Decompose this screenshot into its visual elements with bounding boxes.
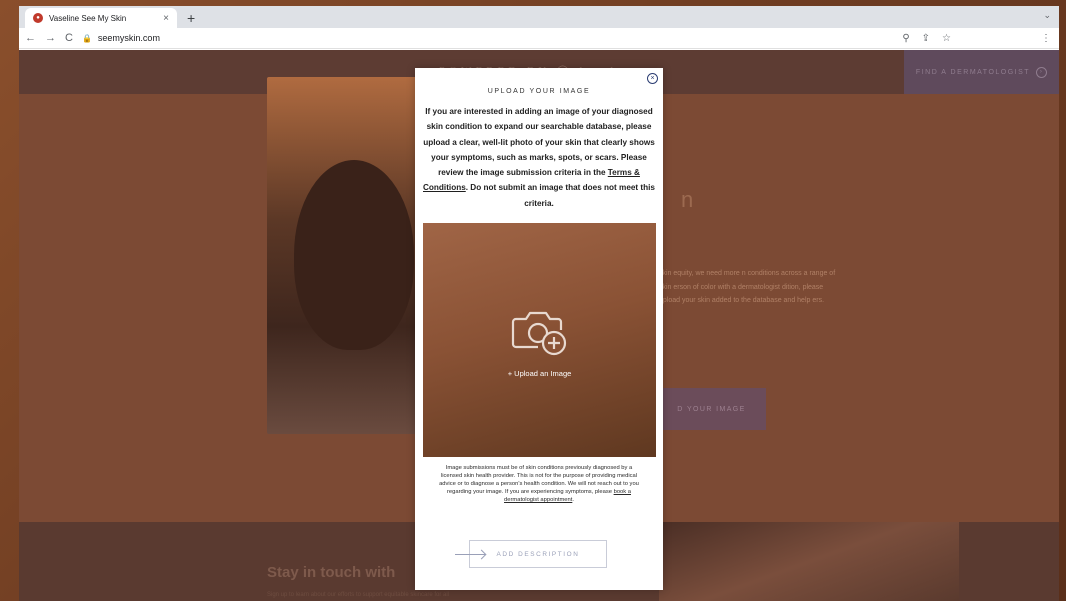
browser-toolbar: ← → C 🔒 seemyskin.com ⚲ ⇪ ☆ ⋮ bbox=[19, 28, 1059, 49]
hero-description: skin equity, we need more n conditions a… bbox=[659, 270, 836, 305]
share-icon[interactable]: ⇪ bbox=[922, 33, 930, 44]
back-button[interactable]: ← bbox=[25, 32, 36, 44]
forward-button[interactable]: → bbox=[45, 32, 56, 44]
new-tab-button[interactable]: + bbox=[187, 10, 195, 26]
find-dermatologist-button[interactable]: FIND A DERMATOLOGIST › bbox=[904, 50, 1059, 94]
arrow-right-icon bbox=[455, 553, 485, 555]
bookmark-star-icon[interactable]: ☆ bbox=[942, 33, 951, 44]
upload-image-dropzone[interactable]: + Upload an Image bbox=[423, 223, 656, 457]
address-bar[interactable]: 🔒 seemyskin.com bbox=[82, 33, 893, 43]
upload-image-label: + Upload an Image bbox=[507, 368, 572, 378]
modal-intro: If you are interested in adding an image… bbox=[423, 104, 655, 211]
close-icon[interactable]: × bbox=[647, 73, 658, 84]
add-description-button[interactable]: ADD DESCRIPTION bbox=[455, 540, 625, 568]
reload-button[interactable]: C bbox=[65, 32, 73, 44]
zoom-icon[interactable]: ⚲ bbox=[902, 33, 909, 44]
page-content: POWERED BY ◯ hued FIND A DERMATOLOGIST ›… bbox=[19, 50, 1059, 601]
browser-menu-icon[interactable]: ⋮ bbox=[1041, 33, 1051, 44]
upload-your-image-button[interactable]: D YOUR IMAGE bbox=[657, 388, 766, 430]
favicon-icon: ● bbox=[33, 13, 43, 23]
add-description-label: ADD DESCRIPTION bbox=[469, 540, 607, 568]
upload-modal: × UPLOAD YOUR IMAGE If you are intereste… bbox=[415, 68, 663, 590]
tab-strip: ● Vaseline See My Skin × + ⌄ bbox=[19, 6, 1059, 28]
url-text: seemyskin.com bbox=[97, 33, 160, 43]
stay-in-touch-heading: Stay in touch with bbox=[267, 564, 396, 581]
tab-search-icon[interactable]: ⌄ bbox=[1043, 10, 1051, 21]
tab-title: Vaseline See My Skin bbox=[49, 13, 127, 23]
disclaimer-text: Image submissions must be of skin condit… bbox=[439, 465, 639, 496]
disclaimer-text-end: . bbox=[572, 497, 574, 504]
hero-photo-face bbox=[294, 160, 414, 350]
footer-photo bbox=[659, 522, 959, 601]
camera-add-icon bbox=[511, 311, 566, 355]
modal-title: UPLOAD YOUR IMAGE bbox=[487, 88, 591, 95]
browser-tab[interactable]: ● Vaseline See My Skin × bbox=[25, 8, 177, 28]
lock-icon: 🔒 bbox=[81, 33, 92, 43]
find-dermatologist-label: FIND A DERMATOLOGIST bbox=[915, 68, 1031, 76]
arrow-right-icon: › bbox=[1036, 66, 1048, 78]
submission-disclaimer: Image submissions must be of skin condit… bbox=[437, 464, 641, 504]
stay-in-touch-subtext: Sign up to learn about our efforts to su… bbox=[267, 592, 450, 598]
tab-close-icon[interactable]: × bbox=[163, 13, 169, 24]
intro-text: If you are interested in adding an image… bbox=[423, 107, 655, 178]
browser-window: ● Vaseline See My Skin × + ⌄ ← → C 🔒 see… bbox=[19, 6, 1059, 601]
hero-heading: n bbox=[681, 187, 694, 212]
intro-text-end: . Do not submit an image that does not m… bbox=[465, 183, 655, 208]
